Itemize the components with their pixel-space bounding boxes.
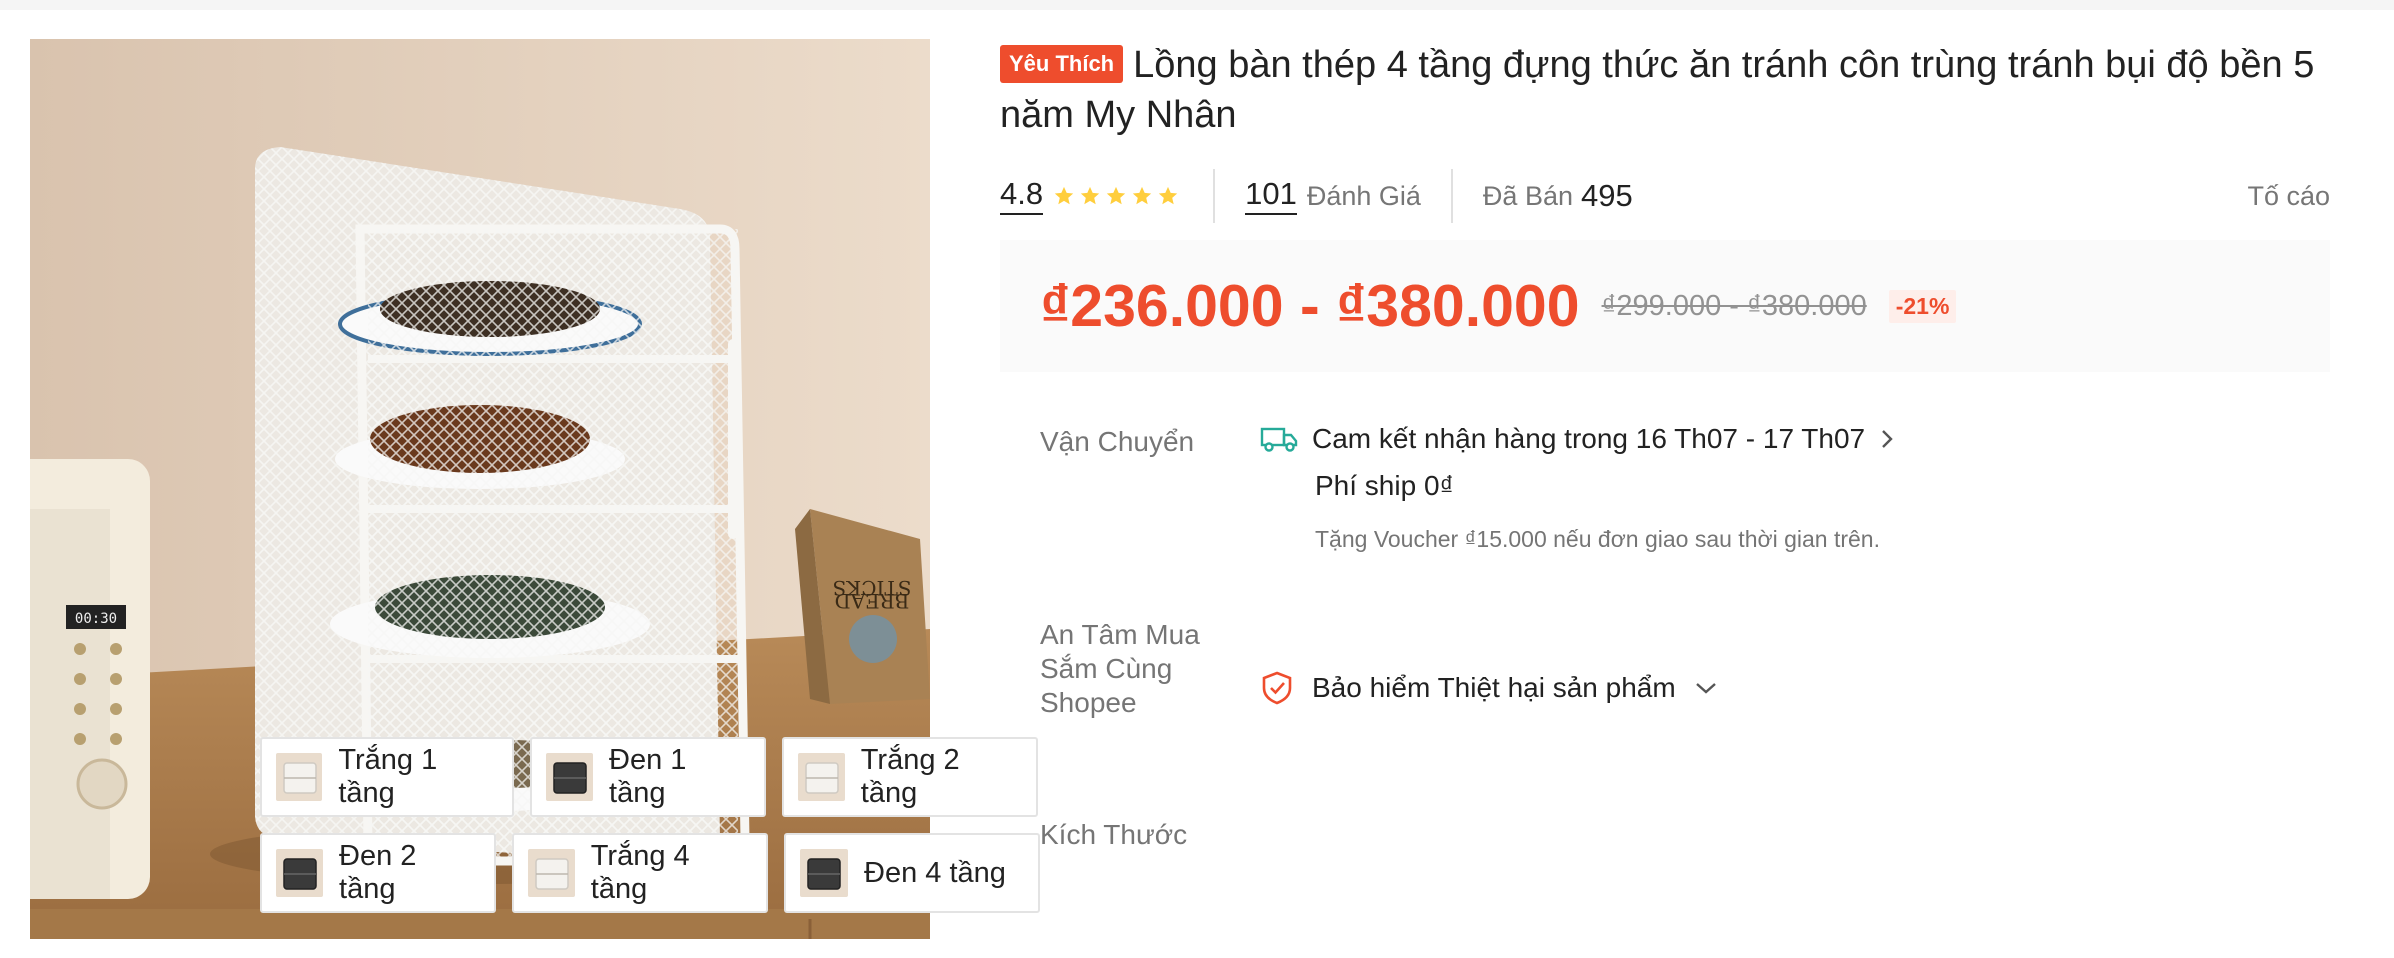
size-option-label: Trắng 2 tầng [860,744,960,809]
guarantee-label-line: Sắm Cùng [1040,653,1173,684]
variant-thumbnail [276,849,324,897]
current-price: ₫236.000 - ₫380.000 [1040,273,1580,339]
product-info: Yêu Thích Lồng bàn thép 4 tầng đựng thức … [1000,40,2330,850]
insurance-text: Bảo hiểm Thiệt hại sản phẩm [1312,672,1676,703]
size-option-label: Trắng 1 tầng [338,744,438,809]
size-option[interactable]: Đen 4 tầng [784,833,1040,913]
star-icon [1132,186,1152,205]
reviews-block[interactable]: 101 Đánh Giá [1245,169,1421,223]
rating-stats: 4.8 101 Đánh Giá Đã Bán 495 Tố cáo [1000,166,2330,226]
divider [1450,169,1453,223]
size-option[interactable]: Trắng 2 tầng [782,737,1038,817]
size-option[interactable]: Đen 2 tầng [260,833,496,913]
size-option-label: Đen 4 tầng [864,856,1006,889]
insurance-dropdown[interactable]: Bảo hiểm Thiệt hại sản phẩm [1260,670,1718,706]
reviews-label: Đánh Giá [1306,180,1421,211]
report-link[interactable]: Tố cáo [2247,181,2330,212]
delivery-info[interactable]: Cam kết nhận hàng trong 16 Th07 - 17 Th0… [1260,423,1895,455]
star-icon [1054,186,1074,205]
reviews-count: 101 [1245,177,1297,215]
product-title-row: Yêu Thích Lồng bàn thép 4 tầng đựng thức … [1000,40,2330,140]
size-option-label: Đen 2 tầng [339,840,417,905]
divider [1213,169,1216,223]
rating-block[interactable]: 4.8 [1000,169,1183,223]
original-price: ₫299.000 - ₫380.000 [1601,289,1867,322]
star-icon [1158,186,1178,205]
size-label: Kích Thước [1040,819,1188,850]
product-title: Lồng bàn thép 4 tầng đựng thức ăn tránh … [1000,44,2315,136]
favorite-badge: Yêu Thích [1000,45,1124,83]
size-option[interactable]: Trắng 4 tầng [512,833,768,913]
svg-text:STICKS: STICKS [833,576,912,600]
shield-icon [1262,671,1292,705]
shipping-label: Vận Chuyển [1040,426,1195,457]
top-bar [0,0,2394,10]
truck-icon [1260,427,1298,452]
svg-text:00:30: 00:30 [75,611,117,627]
rating-value: 4.8 [1000,177,1044,215]
microwave: 00:30 [30,459,150,899]
size-option[interactable]: Đen 1 tầng [530,737,766,817]
chevron-down-icon [1695,683,1716,694]
discount-badge: -21% [1888,289,1957,323]
voucher-note: Tặng Voucher ₫15.000 nếu đơn giao sau th… [1315,526,1880,552]
chevron-right-icon [1882,430,1893,448]
bread-bag: BREAD STICKS [795,509,930,704]
variant-thumbnail [798,753,845,801]
guarantee-label: An Tâm Mua Sắm Cùng Shopee [1040,618,1200,720]
variant-thumbnail [528,849,575,897]
variant-thumbnail [276,753,323,801]
shipping-fee: Phí ship 0₫ [1315,470,1454,501]
variant-thumbnail [546,753,594,801]
sold-block: Đã Bán 495 [1483,169,1633,223]
rating-stars [1053,185,1183,207]
variant-thumbnail [800,849,848,897]
price-box: ₫236.000 - ₫380.000 ₫299.000 - ₫380.000 … [1000,240,2330,372]
guarantee-label-line: An Tâm Mua [1040,619,1200,650]
size-option-label: Trắng 4 tầng [590,840,690,905]
delivery-text: Cam kết nhận hàng trong 16 Th07 - 17 Th0… [1312,423,1866,454]
size-option[interactable]: Trắng 1 tầng [260,737,514,817]
sold-count: 495 [1580,178,1633,213]
star-icon [1080,186,1100,205]
star-icon [1106,186,1126,205]
sold-label: Đã Bán [1482,180,1573,211]
guarantee-label-line: Shopee [1040,687,1137,718]
size-option-label: Đen 1 tầng [609,744,687,809]
